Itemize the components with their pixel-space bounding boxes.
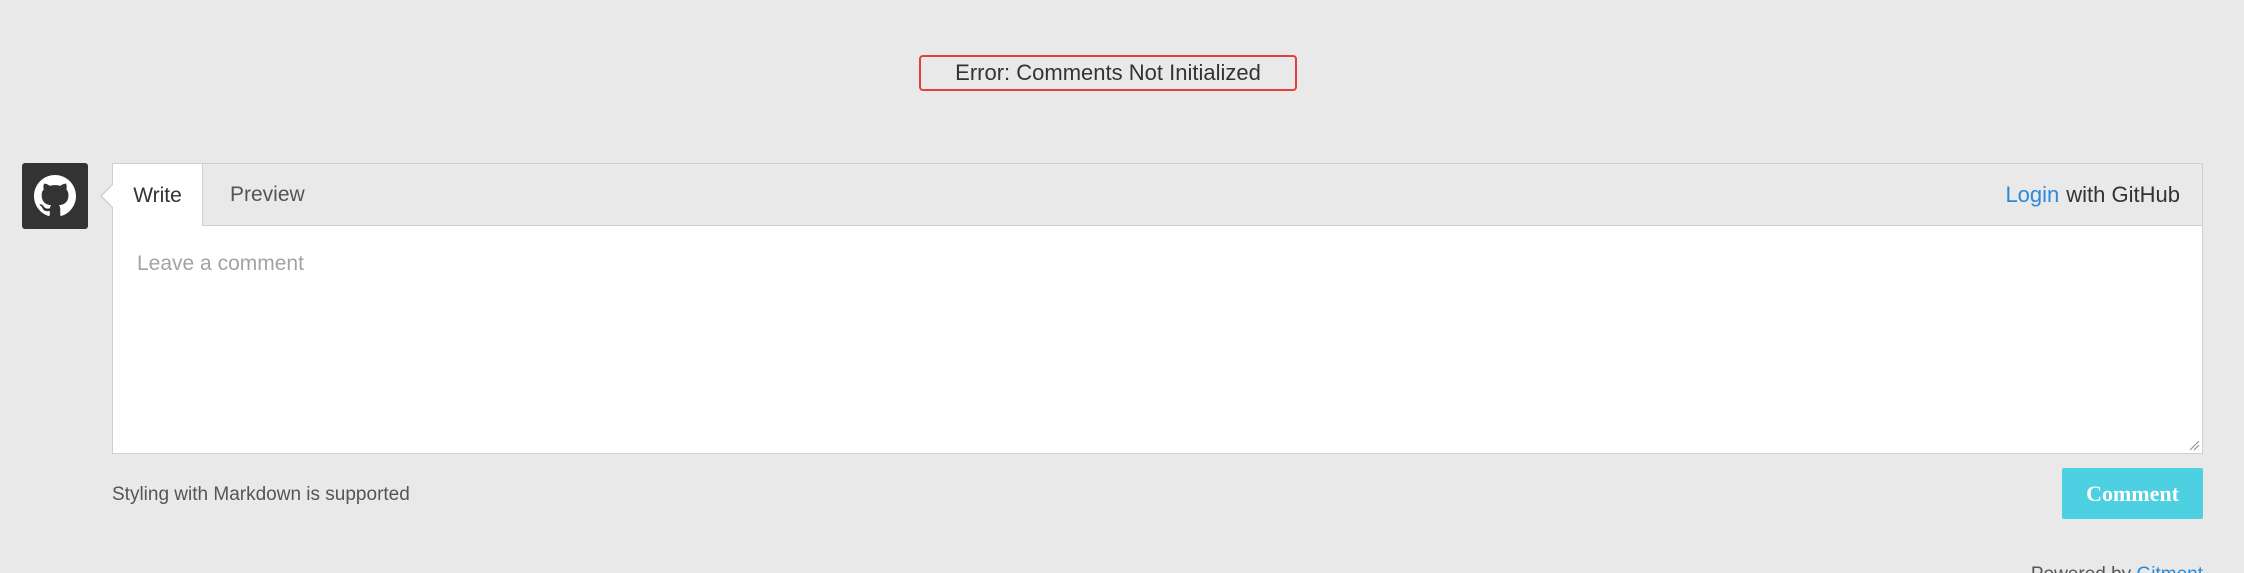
editor-tabbar: Write Preview Login with GitHub [113, 164, 2202, 227]
markdown-hint: Styling with Markdown is supported [112, 484, 410, 505]
avatar[interactable] [22, 163, 88, 229]
tab-write-label: Write [133, 183, 182, 207]
powered-by: Powered by Gitment [2031, 564, 2203, 573]
github-icon [34, 175, 76, 216]
powered-by-prefix: Powered by [2031, 564, 2131, 573]
login-link[interactable]: Login [2005, 182, 2059, 208]
comment-input[interactable] [113, 226, 2202, 453]
comment-button[interactable]: Comment [2062, 468, 2203, 519]
tab-preview[interactable]: Preview [230, 164, 305, 226]
comment-editor: Write Preview Login with GitHub [100, 163, 2203, 454]
resize-grip-icon[interactable] [2188, 439, 2200, 451]
tab-preview-label: Preview [230, 183, 305, 206]
error-message: Error: Comments Not Initialized [955, 60, 1261, 85]
error-banner: Error: Comments Not Initialized [919, 55, 1297, 91]
comments-section: Error: Comments Not Initialized Write Pr… [0, 0, 2244, 573]
login-area: Login with GitHub [2005, 164, 2180, 226]
tab-write[interactable]: Write [113, 164, 203, 227]
login-suffix: with GitHub [2066, 182, 2180, 207]
powered-by-link[interactable]: Gitment [2136, 564, 2203, 573]
